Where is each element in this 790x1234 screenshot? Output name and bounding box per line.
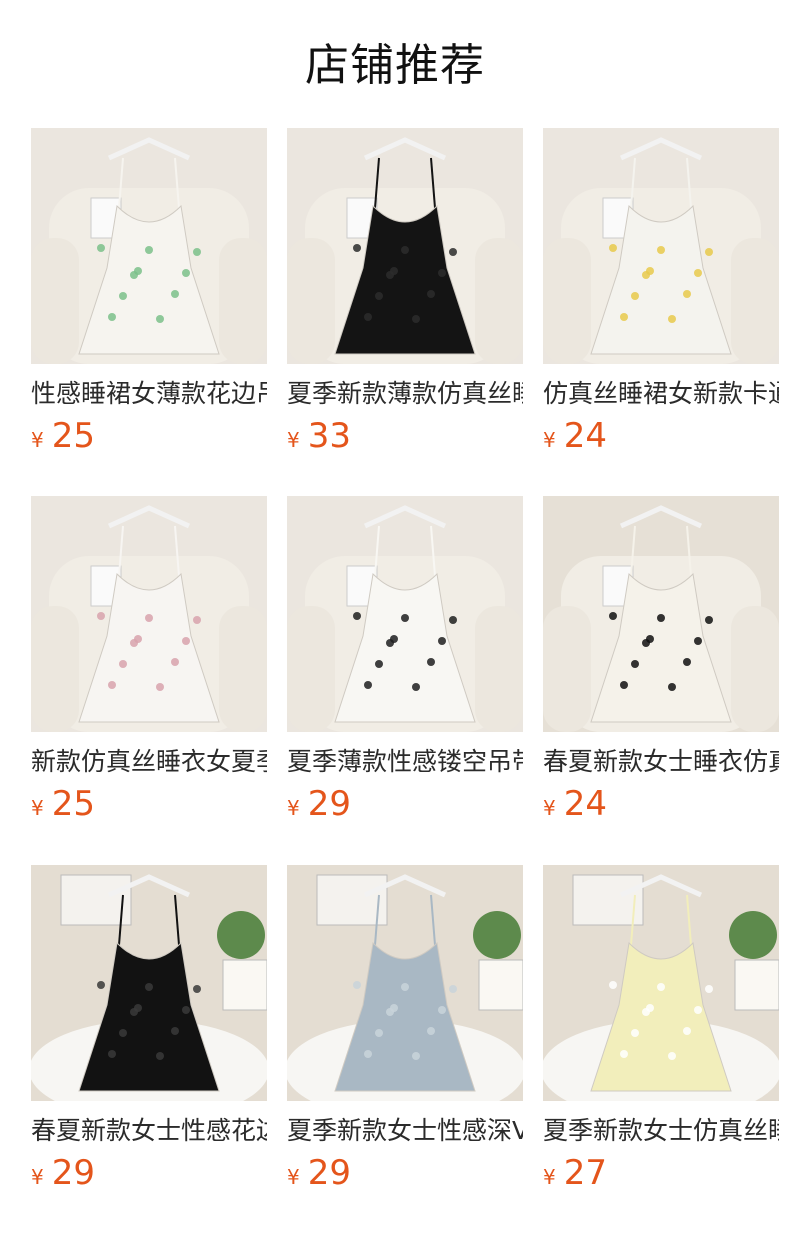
product-price: ¥ 24 <box>543 416 779 456</box>
product-card[interactable]: 夏季新款薄款仿真丝睡裙 ¥ 33 <box>287 128 523 456</box>
product-card[interactable]: 仿真丝睡裙女新款卡通吊带 ¥ 24 <box>543 128 779 456</box>
currency-symbol: ¥ <box>543 428 556 452</box>
price-amount: 25 <box>51 784 95 824</box>
currency-symbol: ¥ <box>543 796 556 820</box>
currency-symbol: ¥ <box>31 796 44 820</box>
dress-illustration <box>543 128 779 364</box>
dress-illustration <box>543 496 779 732</box>
price-amount: 25 <box>51 416 95 456</box>
product-price: ¥ 29 <box>287 784 523 824</box>
product-image[interactable] <box>31 128 267 364</box>
dress-illustration <box>31 496 267 732</box>
price-amount: 29 <box>307 784 351 824</box>
price-amount: 29 <box>307 1153 351 1193</box>
price-amount: 24 <box>563 784 607 824</box>
dress-illustration <box>31 128 267 364</box>
product-card[interactable]: 夏季新款女士性感深V睡裙 ¥ 29 <box>287 865 523 1193</box>
product-card[interactable]: 夏季薄款性感镂空吊带睡裙 ¥ 29 <box>287 496 523 824</box>
price-amount: 29 <box>51 1153 95 1193</box>
product-price: ¥ 24 <box>543 784 779 824</box>
product-name[interactable]: 仿真丝睡裙女新款卡通吊带 <box>543 378 779 410</box>
product-name[interactable]: 夏季新款女士仿真丝睡裙 <box>543 1115 779 1147</box>
product-name[interactable]: 新款仿真丝睡衣女夏季吊带 <box>31 746 267 778</box>
product-price: ¥ 29 <box>31 1153 267 1193</box>
price-amount: 33 <box>307 416 351 456</box>
dress-illustration <box>287 865 523 1101</box>
product-card[interactable]: 春夏新款女士睡衣仿真丝 ¥ 24 <box>543 496 779 824</box>
product-image[interactable] <box>287 865 523 1101</box>
product-name[interactable]: 夏季薄款性感镂空吊带睡裙 <box>287 746 523 778</box>
product-image[interactable] <box>543 865 779 1101</box>
product-price: ¥ 25 <box>31 416 267 456</box>
price-amount: 27 <box>563 1153 607 1193</box>
product-price: ¥ 25 <box>31 784 267 824</box>
product-card[interactable]: 夏季新款女士仿真丝睡裙 ¥ 27 <box>543 865 779 1193</box>
product-image[interactable] <box>543 496 779 732</box>
product-image[interactable] <box>287 496 523 732</box>
product-image[interactable] <box>543 128 779 364</box>
product-card[interactable]: 春夏新款女士性感花边睡裙 ¥ 29 <box>31 865 267 1193</box>
page-title: 店铺推荐 <box>305 40 485 91</box>
dress-illustration <box>543 865 779 1101</box>
product-name[interactable]: 春夏新款女士性感花边睡裙 <box>31 1115 267 1147</box>
product-name[interactable]: 春夏新款女士睡衣仿真丝 <box>543 746 779 778</box>
product-card[interactable]: 新款仿真丝睡衣女夏季吊带 ¥ 25 <box>31 496 267 824</box>
product-price: ¥ 33 <box>287 416 523 456</box>
currency-symbol: ¥ <box>287 796 300 820</box>
dress-illustration <box>287 128 523 364</box>
product-name[interactable]: 夏季新款薄款仿真丝睡裙 <box>287 378 523 410</box>
currency-symbol: ¥ <box>287 1165 300 1189</box>
price-amount: 24 <box>563 416 607 456</box>
currency-symbol: ¥ <box>31 428 44 452</box>
currency-symbol: ¥ <box>31 1165 44 1189</box>
product-price: ¥ 29 <box>287 1153 523 1193</box>
product-name[interactable]: 性感睡裙女薄款花边吊带 <box>31 378 267 410</box>
currency-symbol: ¥ <box>543 1165 556 1189</box>
product-image[interactable] <box>31 496 267 732</box>
product-name[interactable]: 夏季新款女士性感深V睡裙 <box>287 1115 523 1147</box>
product-card[interactable]: 性感睡裙女薄款花边吊带 ¥ 25 <box>31 128 267 456</box>
currency-symbol: ¥ <box>287 428 300 452</box>
dress-illustration <box>287 496 523 732</box>
product-image[interactable] <box>31 865 267 1101</box>
product-price: ¥ 27 <box>543 1153 779 1193</box>
dress-illustration <box>31 865 267 1101</box>
product-image[interactable] <box>287 128 523 364</box>
